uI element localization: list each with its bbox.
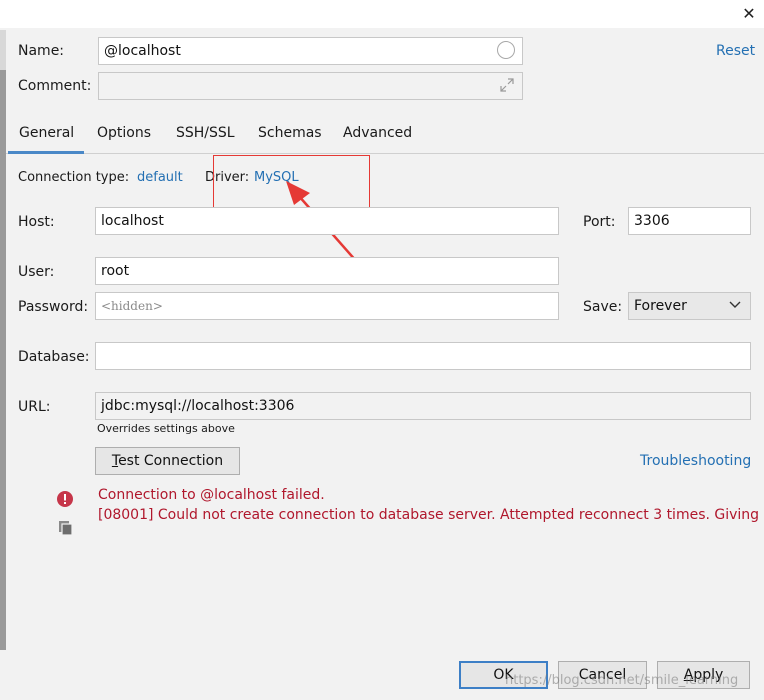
ok-button[interactable]: OK — [459, 661, 548, 689]
tabs-divider — [6, 153, 764, 154]
title-bar — [0, 0, 764, 28]
database-input[interactable] — [95, 342, 751, 370]
driver-link[interactable]: MySQL — [254, 169, 299, 187]
user-label: User: — [18, 264, 55, 280]
apply-mnemonic: A — [683, 667, 694, 683]
error-icon — [57, 491, 73, 507]
url-hint: Overrides settings above — [97, 422, 235, 435]
test-connection-button[interactable]: Test Connection — [95, 447, 240, 475]
comment-label: Comment: — [18, 78, 92, 94]
error-title: Connection to @localhost failed. — [98, 487, 325, 503]
test-connection-label: est Connection — [118, 453, 224, 469]
comment-input[interactable] — [98, 72, 523, 100]
connection-type-link[interactable]: default — [137, 169, 183, 187]
tab-options[interactable]: Options — [97, 124, 151, 153]
apply-label: pply — [693, 667, 724, 683]
dialog-footer — [0, 650, 764, 700]
chevron-down-icon[interactable] — [728, 298, 742, 312]
host-input[interactable]: localhost — [95, 207, 559, 235]
error-detail: [08001] Could not create connection to d… — [98, 507, 764, 523]
name-label: Name: — [18, 43, 65, 59]
password-placeholder: <hidden> — [101, 299, 163, 313]
database-label: Database: — [18, 349, 90, 365]
reset-link[interactable]: Reset — [716, 43, 755, 59]
color-picker-icon[interactable] — [497, 41, 515, 59]
cancel-button[interactable]: Cancel — [558, 661, 647, 689]
copy-icon[interactable] — [57, 519, 75, 537]
password-input[interactable]: <hidden> — [95, 292, 559, 320]
url-input[interactable]: jdbc:mysql://localhost:3306 — [95, 392, 751, 420]
active-tab-indicator — [8, 151, 84, 154]
port-input[interactable]: 3306 — [628, 207, 751, 235]
tab-schemas[interactable]: Schemas — [258, 124, 322, 153]
tab-general[interactable]: General — [19, 124, 74, 153]
close-icon[interactable]: ✕ — [738, 3, 760, 25]
troubleshooting-link[interactable]: Troubleshooting — [640, 452, 751, 470]
url-label: URL: — [18, 399, 51, 415]
expand-icon[interactable] — [499, 77, 515, 93]
driver-label: Driver: — [205, 170, 250, 185]
tab-ssh-ssl[interactable]: SSH/SSL — [176, 124, 235, 153]
side-panel-edge — [0, 30, 6, 650]
apply-button[interactable]: Apply — [657, 661, 750, 689]
password-label: Password: — [18, 299, 89, 315]
save-select-value: Forever — [634, 298, 687, 314]
side-panel-edge-highlight — [0, 30, 6, 70]
connection-type-label: Connection type: — [18, 170, 130, 185]
tab-advanced[interactable]: Advanced — [343, 124, 412, 153]
save-label: Save: — [583, 299, 623, 315]
host-label: Host: — [18, 214, 55, 230]
port-label: Port: — [583, 214, 616, 230]
name-input[interactable]: @localhost — [98, 37, 523, 65]
user-input[interactable]: root — [95, 257, 559, 285]
